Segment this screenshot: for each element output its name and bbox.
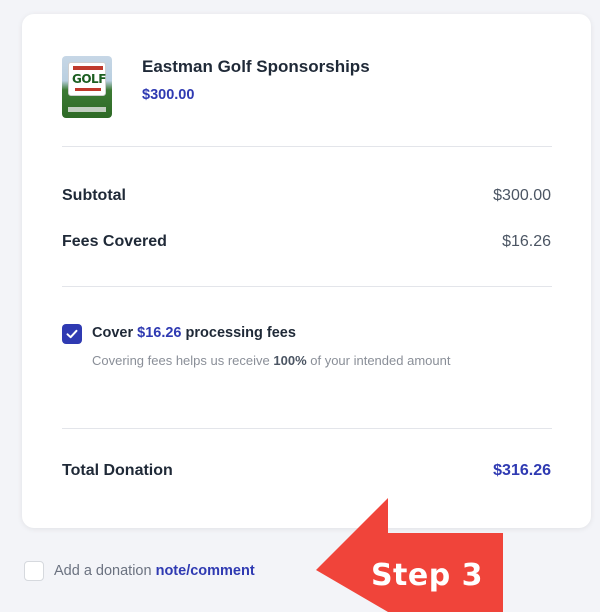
desc-prefix: Covering fees helps us receive bbox=[92, 353, 274, 368]
total-donation-value: $316.26 bbox=[493, 462, 551, 479]
total-donation-label: Total Donation bbox=[62, 462, 173, 479]
fees-covered-label: Fees Covered bbox=[62, 233, 167, 250]
cover-fees-label[interactable]: Cover $16.26 processing fees bbox=[92, 325, 296, 341]
divider bbox=[62, 146, 552, 147]
note-prefix: Add a donation bbox=[54, 563, 156, 579]
subtotal-label: Subtotal bbox=[62, 187, 126, 204]
checkout-summary-card: GOLF Eastman Golf Sponsorships $300.00 S… bbox=[22, 14, 591, 528]
golf-event-thumbnail: GOLF bbox=[62, 56, 112, 118]
fees-covered-value: $16.26 bbox=[502, 233, 551, 250]
note-comment-link[interactable]: note/comment bbox=[156, 563, 255, 579]
divider bbox=[62, 286, 552, 287]
item-price: $300.00 bbox=[142, 87, 195, 103]
cover-fees-prefix: Cover bbox=[92, 325, 138, 341]
cover-fees-description: Covering fees helps us receive 100% of y… bbox=[92, 350, 512, 371]
desc-suffix: of your intended amount bbox=[306, 353, 451, 368]
divider bbox=[62, 428, 552, 429]
step-3-label: Step 3 bbox=[370, 558, 484, 593]
add-note-label[interactable]: Add a donation note/comment bbox=[54, 563, 255, 579]
cover-fees-amount: $16.26 bbox=[137, 325, 182, 341]
cover-fees-suffix: processing fees bbox=[181, 325, 296, 341]
golf-sign-graphic: GOLF bbox=[68, 62, 106, 96]
subtotal-value: $300.00 bbox=[493, 187, 551, 204]
item-name: Eastman Golf Sponsorships bbox=[142, 57, 370, 76]
thumbnail-text: GOLF bbox=[72, 72, 106, 86]
cover-fees-checkbox[interactable] bbox=[62, 324, 82, 344]
desc-bold: 100% bbox=[273, 353, 307, 368]
checkmark-icon bbox=[66, 329, 78, 339]
add-note-checkbox[interactable] bbox=[24, 561, 44, 581]
